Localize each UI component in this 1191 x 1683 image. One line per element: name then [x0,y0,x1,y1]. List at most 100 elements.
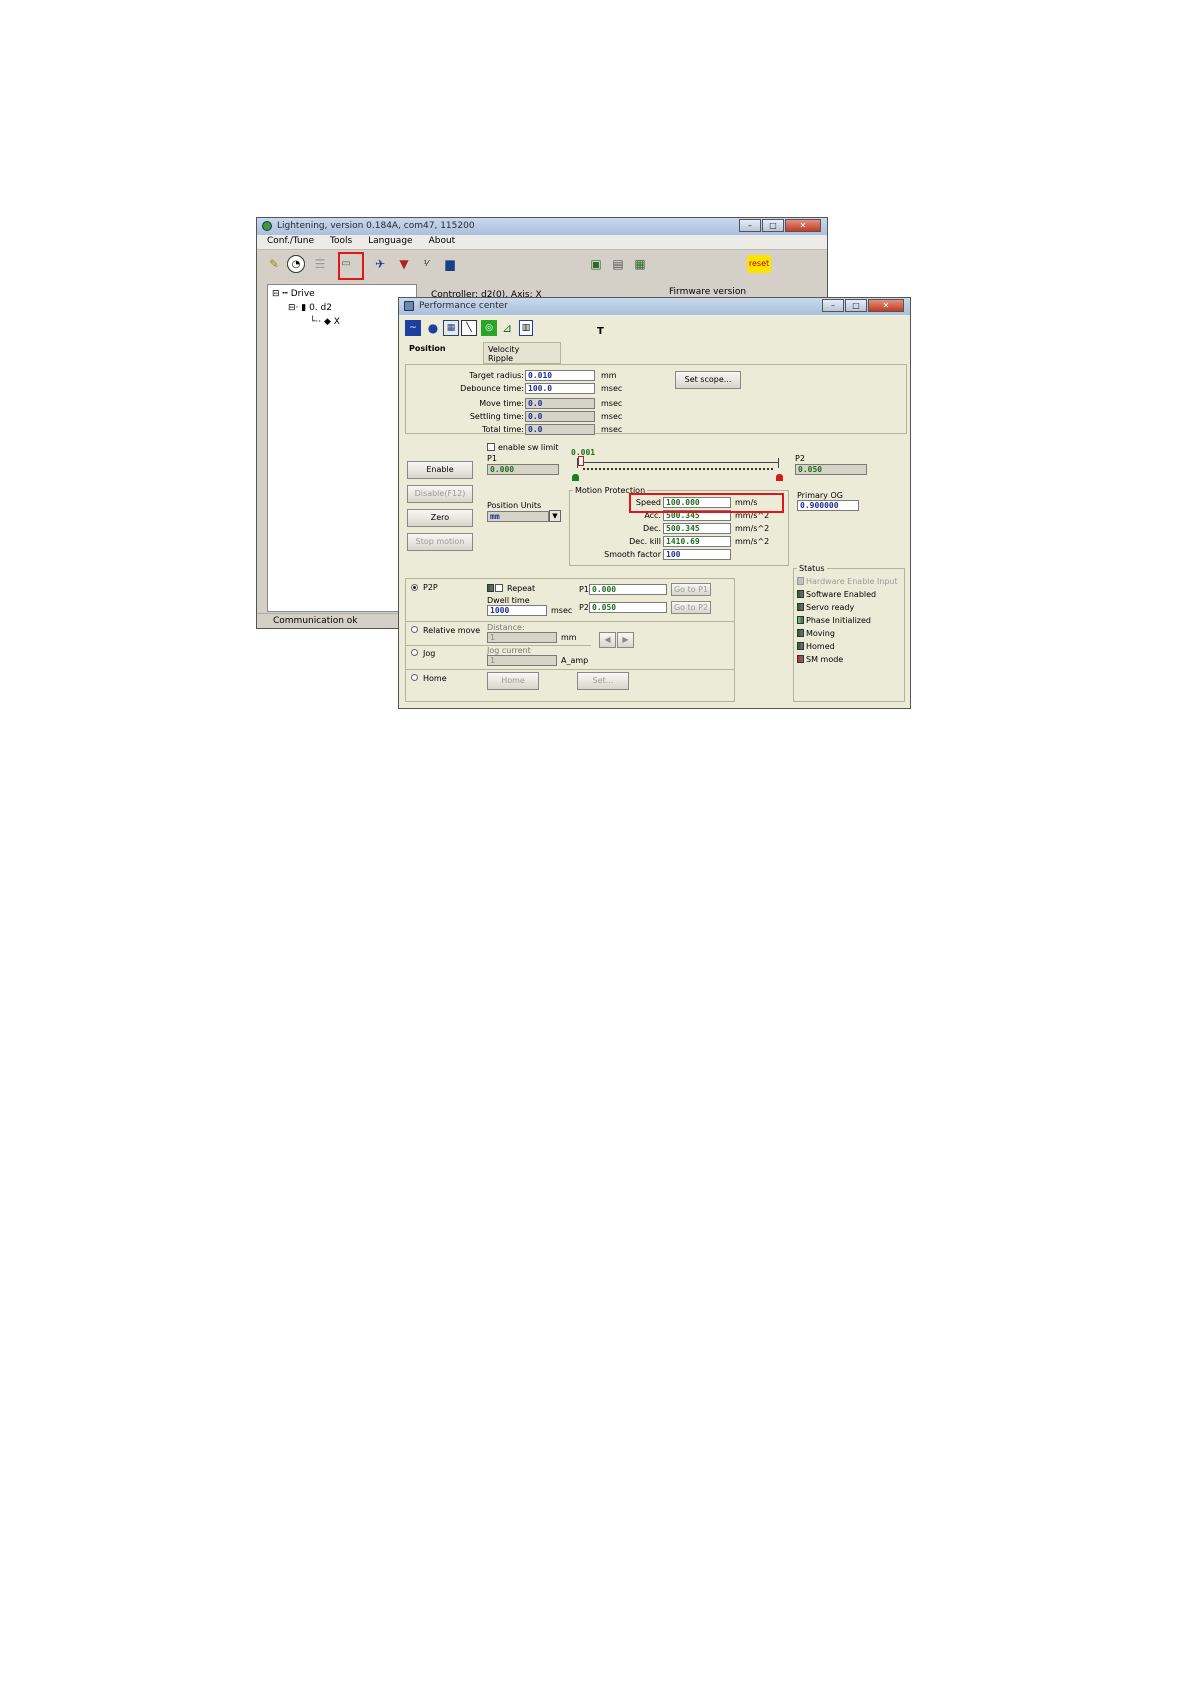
distance-label: Distance: [487,623,525,632]
wrench-icon[interactable]: ✎ [265,255,283,273]
jog-current-input[interactable]: 1 [487,655,557,666]
step-response-icon[interactable]: ⊿ [499,320,515,336]
tab-velocity-ripple[interactable]: Velocity Ripple [483,342,561,364]
phase-initialized-led [797,616,804,624]
hardware-enable-led [797,577,804,585]
repeat-checkbox[interactable] [495,584,503,592]
homed-led [797,642,804,650]
set-button[interactable]: Set... [577,672,629,690]
p2p-radio[interactable] [411,584,418,591]
goto-p2-input[interactable]: 0.050 [589,602,667,613]
tree-device[interactable]: ⊟· ▮ 0. d2 [288,303,332,313]
main-titlebar[interactable]: Lightening, version 0.184A, com47, 11520… [257,218,827,235]
p2p-label: P2P [423,583,438,592]
panel-icon[interactable]: ▥ [519,320,533,336]
firmware-version-label: Firmware version [669,287,747,297]
menu-bar: Conf./Tune Tools Language About [257,235,827,250]
sm-mode-led [797,655,804,663]
dec-kill-input[interactable]: 1410.69 [663,536,731,547]
relative-move-radio[interactable] [411,626,418,633]
dec-input[interactable]: 500.345 [663,523,731,534]
status-sm-mode: SM mode [806,655,844,664]
tuning-icon[interactable]: ✈ [371,255,389,273]
position-units-select[interactable]: mm [487,511,549,522]
tree-root-drive[interactable]: ⊟ ┅ Drive [272,289,315,299]
move-right-button[interactable]: ▶ [617,632,634,648]
menu-conf-tune[interactable]: Conf./Tune [257,235,320,246]
sw-limit-checkbox[interactable] [487,443,495,451]
home-button[interactable]: Home [487,672,539,690]
enable-button[interactable]: Enable [407,461,473,479]
target-radius-label: Target radius: [469,371,524,380]
set-scope-button[interactable]: Set scope... [675,371,741,389]
close-button[interactable]: ✕ [785,219,821,232]
total-time-value: 0.0 [525,424,595,435]
p1-marker-icon[interactable] [572,474,579,481]
zero-button[interactable]: Zero [407,509,473,527]
slider-thumb[interactable] [578,456,584,466]
minimize-button[interactable]: – [739,219,761,232]
settling-time-value: 0.0 [525,411,595,422]
slider-ticks [583,468,773,472]
perf-minimize-button[interactable]: – [822,299,844,312]
move-time-value: 0.0 [525,398,595,409]
target-radius-input[interactable]: 0.010 [525,370,595,381]
status-moving: Moving [806,629,835,638]
primary-og-input[interactable]: 0.900000 [797,500,859,511]
goto-p1-input[interactable]: 0.000 [589,584,667,595]
goto-p2-label: P2 [579,603,589,612]
target-radius-unit: mm [601,371,617,380]
tab-velocity-ripple-label: Velocity Ripple [488,345,520,363]
stop-motion-button[interactable]: Stop motion [407,533,473,551]
jog-label: Jog [423,649,436,658]
goto-p2-button[interactable]: Go to P2 [671,601,711,614]
home-radio[interactable] [411,674,418,681]
filter-icon[interactable]: ▼ [395,255,413,273]
home-label: Home [423,674,447,683]
menu-tools[interactable]: Tools [320,235,358,246]
dwell-time-unit: msec [551,606,573,615]
dot-icon[interactable]: ● [425,320,441,336]
slider-track[interactable] [577,462,779,463]
tab-position[interactable]: Position [409,344,446,353]
grid-icon[interactable]: ▦ [443,320,459,336]
dec-unit: mm/s^2 [735,524,770,533]
load-from-drive-icon[interactable]: ▤ [609,255,627,273]
dec-kill-label: Dec. kill [629,537,661,546]
gauge-icon[interactable]: ◔ [287,255,305,273]
jog-radio[interactable] [411,649,418,656]
dwell-time-input[interactable]: 1000 [487,605,547,616]
tree-axis[interactable]: └·· ◆ X [310,317,340,327]
smooth-factor-input[interactable]: 100 [663,549,731,560]
ratio-icon[interactable]: ⅟ [417,255,435,273]
app-icon [262,221,272,231]
distance-input[interactable]: 1 [487,632,557,643]
scope-graph-icon[interactable]: ~ [405,320,421,336]
slope-icon[interactable]: ╲ [461,320,477,336]
scope-icon[interactable]: ▆ [441,255,459,273]
move-left-button[interactable]: ◀ [599,632,616,648]
menu-about[interactable]: About [419,235,462,246]
maximize-button[interactable]: □ [762,219,784,232]
save-to-drive-icon[interactable]: ▣ [587,255,605,273]
menu-language[interactable]: Language [358,235,418,246]
perf-titlebar[interactable]: Performance center – □ ✕ [399,298,910,315]
debounce-input[interactable]: 100.0 [525,383,595,394]
memory-icon[interactable]: ▦ [631,255,649,273]
chevron-down-icon[interactable]: ▼ [549,510,561,522]
perf-close-button[interactable]: ✕ [868,299,904,312]
move-time-unit: msec [601,399,623,408]
disable-button[interactable]: Disable(F12) [407,485,473,503]
p2-marker-icon[interactable] [776,474,783,481]
loop-icon[interactable]: ◎ [481,320,497,336]
disabled-tool-icon[interactable]: ☰ [311,255,329,273]
sw-limit-label: enable sw limit [498,443,559,452]
perf-maximize-button[interactable]: □ [845,299,867,312]
move-divider-1 [405,621,735,622]
p1-label: P1 [487,454,497,463]
dec-kill-unit: mm/s^2 [735,537,770,546]
goto-p1-button[interactable]: Go to P1 [671,583,711,596]
goto-p1-label: P1 [579,585,589,594]
reset-button[interactable]: reset [747,255,771,273]
dec-label: Dec. [642,524,661,533]
